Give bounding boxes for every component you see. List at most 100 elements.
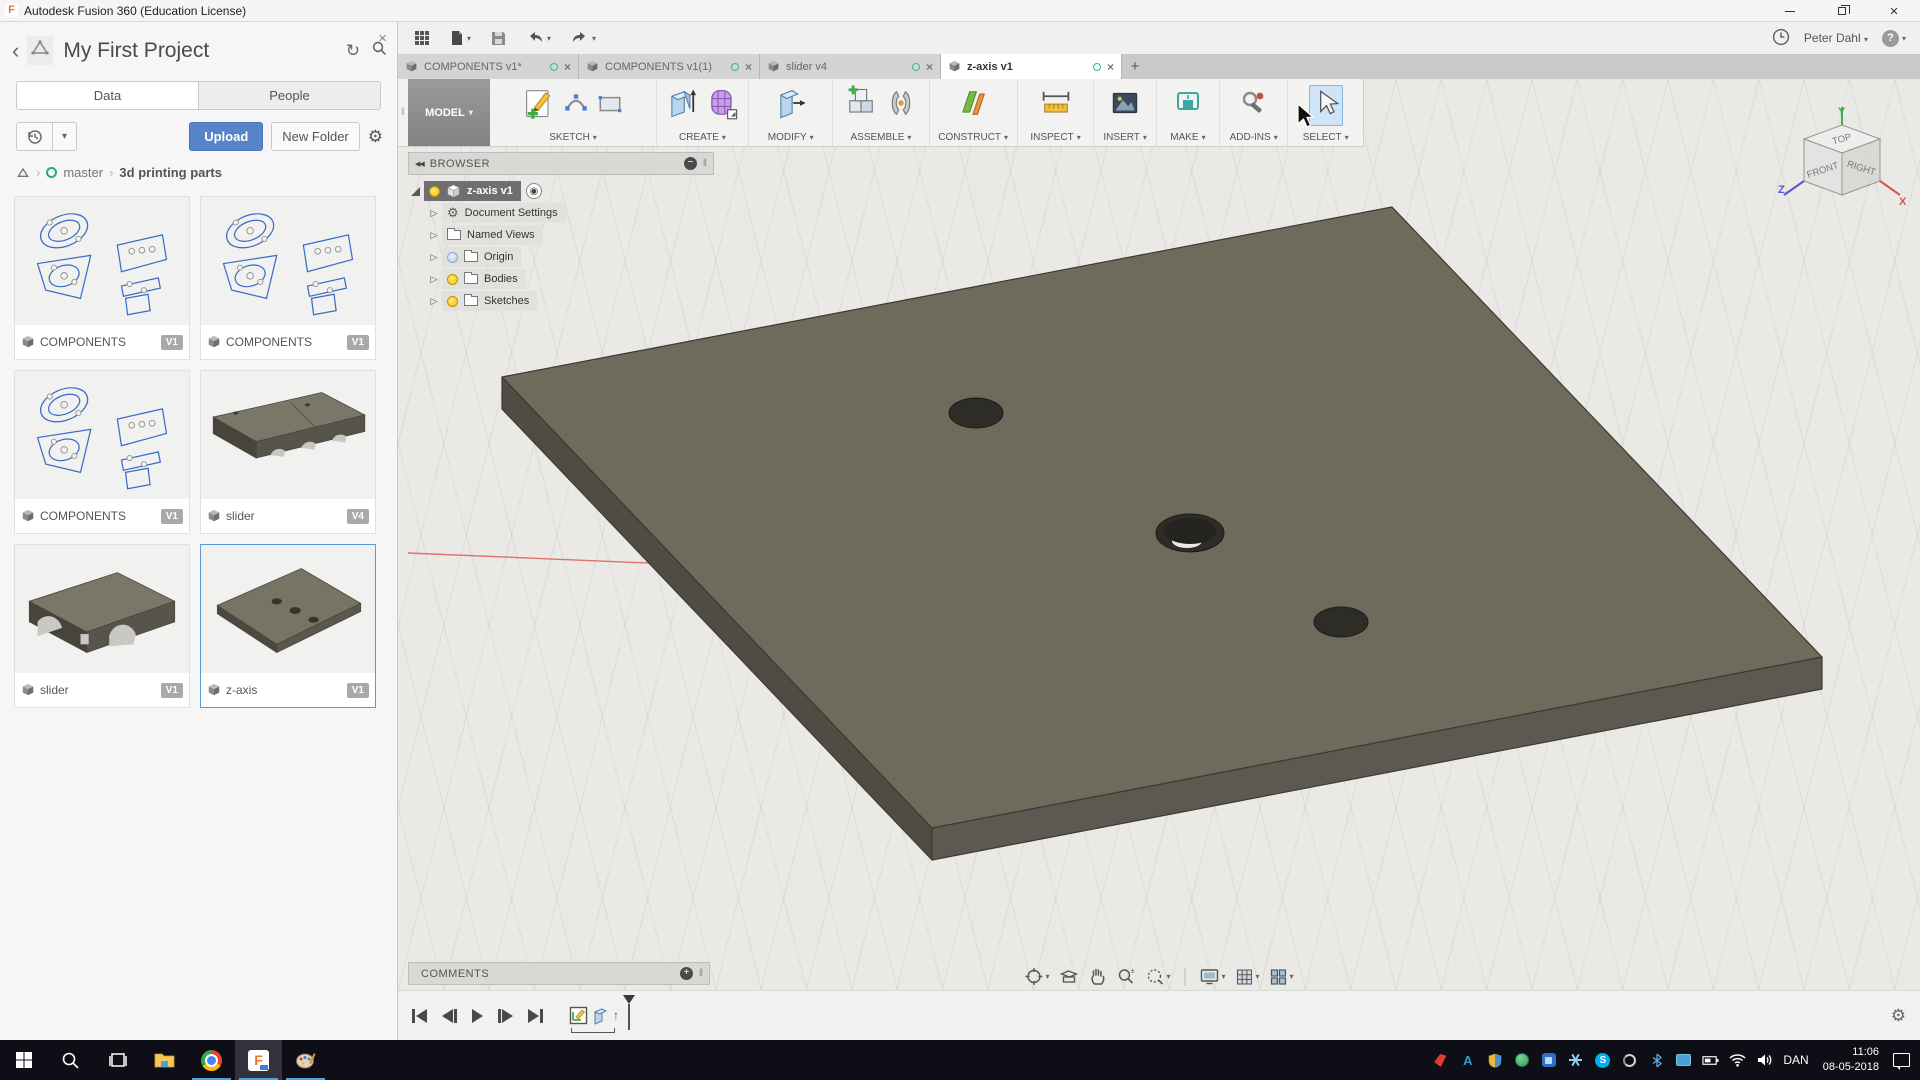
task-view-button[interactable] (94, 1040, 141, 1080)
expand-arrow-icon[interactable] (411, 187, 420, 196)
pan-button[interactable] (1088, 967, 1106, 986)
autodesk-tray-icon[interactable]: A (1459, 1052, 1476, 1069)
workspace-selector[interactable]: MODEL ▾ (408, 79, 490, 146)
data-panel-close-icon[interactable]: × (378, 30, 387, 47)
data-card-slider-v1[interactable]: slider V1 (14, 544, 190, 708)
grid-settings-button[interactable]: ▾ (1236, 968, 1260, 986)
activate-component-radio[interactable]: ◉ (526, 183, 542, 199)
root-node[interactable]: z-axis v1 (424, 181, 521, 201)
minimize-panel-icon[interactable]: − (684, 157, 697, 170)
file-explorer-button[interactable] (141, 1040, 188, 1080)
viewports-button[interactable]: ▾ (1270, 968, 1294, 986)
expand-arrow-icon[interactable]: ▷ (426, 230, 442, 241)
language-indicator[interactable]: DAN (1783, 1053, 1808, 1067)
construct-plane-icon[interactable] (956, 85, 990, 126)
expand-arrow-icon[interactable]: ▷ (426, 208, 442, 219)
ribbon-grip[interactable]: ‖ (398, 79, 408, 146)
add-ins-menu[interactable]: ADD-INS▾ (1220, 129, 1288, 146)
rectangle-tool-icon[interactable] (596, 89, 624, 122)
make-menu[interactable]: MAKE▾ (1157, 129, 1219, 146)
panel-resize-grip[interactable]: ‖ (703, 158, 707, 169)
version-badge[interactable]: V1 (347, 683, 369, 698)
timeline-position-marker[interactable] (623, 995, 635, 1030)
joint-icon[interactable] (884, 85, 918, 126)
breadcrumb-root[interactable]: master (63, 165, 103, 180)
version-badge[interactable]: V1 (347, 335, 369, 350)
start-button[interactable] (0, 1040, 47, 1080)
tree-item-bodies[interactable]: ▷ Bodies (408, 269, 714, 289)
timeline-sketch-feature[interactable] (569, 1006, 588, 1030)
insert-canvas-icon[interactable] (1109, 86, 1141, 125)
go-to-end-button[interactable] (528, 1009, 543, 1023)
doc-tab-slider-v4[interactable]: slider v4 × (760, 54, 941, 79)
breadcrumb-home-icon[interactable] (16, 167, 30, 179)
data-card-components-2[interactable]: COMPONENTS V1 (200, 196, 376, 360)
press-pull-icon[interactable] (774, 85, 808, 126)
fusion360-taskbar-button[interactable]: F (235, 1040, 282, 1080)
step-forward-button[interactable] (498, 1009, 513, 1023)
add-comment-icon[interactable]: + (680, 967, 693, 980)
step-back-button[interactable] (442, 1009, 457, 1023)
data-card-components-3[interactable]: COMPONENTS V1 (14, 370, 190, 534)
new-component-icon[interactable] (844, 85, 878, 126)
tree-item-document-settings[interactable]: ▷ ⚙ Document Settings (408, 203, 714, 223)
file-menu-button[interactable]: ▾ (450, 30, 471, 46)
expand-arrow-icon[interactable]: ▷ (426, 252, 442, 263)
bluetooth-tray-icon[interactable] (1648, 1052, 1665, 1069)
orbit-button[interactable]: ▾ (1024, 967, 1049, 986)
browser-header[interactable]: ◀◀ BROWSER − ‖ (408, 152, 714, 175)
create-form-icon[interactable] (705, 85, 739, 126)
view-cube[interactable]: Y Z X TOP FRONT RIGHT (1776, 101, 1908, 238)
look-at-button[interactable] (1059, 968, 1078, 985)
apps-grid-icon[interactable] (414, 30, 430, 46)
history-dropdown-icon[interactable]: ▾ (52, 123, 76, 150)
insert-menu[interactable]: INSERT▾ (1094, 129, 1156, 146)
new-folder-button[interactable]: New Folder (271, 122, 359, 151)
data-card-z-axis[interactable]: z-axis V1 (200, 544, 376, 708)
globe-tray-icon[interactable] (1513, 1052, 1530, 1069)
visibility-bulb-icon[interactable] (447, 274, 458, 285)
collapse-panel-icon[interactable]: ◀◀ (415, 160, 424, 168)
comments-header[interactable]: COMMENTS + ‖ (408, 962, 710, 985)
panel-resize-grip[interactable]: ‖ (699, 968, 703, 979)
close-tab-icon[interactable]: × (926, 60, 933, 74)
taskbar-search-button[interactable] (47, 1040, 94, 1080)
skype-tray-icon[interactable]: S (1594, 1052, 1611, 1069)
expand-arrow-icon[interactable]: ▷ (426, 296, 442, 307)
doc-tab-z-axis-v1[interactable]: z-axis v1 × (941, 54, 1122, 79)
paint-button[interactable] (282, 1040, 329, 1080)
snowflake-tray-icon[interactable] (1567, 1052, 1584, 1069)
modify-menu[interactable]: MODIFY▾ (749, 129, 832, 146)
version-badge[interactable]: V1 (161, 335, 183, 350)
display-settings-button[interactable]: ▾ (1199, 968, 1225, 985)
taskbar-clock[interactable]: 11:06 08-05-2018 (1823, 1045, 1879, 1075)
panel-settings-gear-icon[interactable]: ⚙ (368, 127, 383, 147)
close-tab-icon[interactable]: × (745, 60, 752, 74)
version-badge[interactable]: V1 (161, 683, 183, 698)
new-document-tab-button[interactable]: + (1122, 54, 1148, 79)
extrude-icon[interactable] (665, 85, 699, 126)
history-icon[interactable] (17, 123, 52, 150)
expand-arrow-icon[interactable]: ▷ (426, 274, 442, 285)
action-center-icon[interactable] (1893, 1053, 1910, 1067)
sync-swirl-tray-icon[interactable] (1621, 1052, 1638, 1069)
play-button[interactable] (472, 1009, 483, 1023)
save-button[interactable] (491, 31, 506, 46)
display-tray-icon[interactable] (1675, 1052, 1692, 1069)
doc-tab-components-v1[interactable]: COMPONENTS v1* × (398, 54, 579, 79)
tree-root-z-axis[interactable]: z-axis v1 ◉ (408, 181, 714, 201)
refresh-icon[interactable]: ↻ (346, 41, 360, 61)
tree-item-sketches[interactable]: ▷ Sketches (408, 291, 714, 311)
battery-icon[interactable] (1702, 1052, 1719, 1069)
back-icon[interactable]: ‹ (12, 42, 19, 60)
create-sketch-icon[interactable] (522, 85, 556, 126)
measure-icon[interactable] (1039, 85, 1073, 126)
restore-button[interactable] (1816, 0, 1868, 22)
arc-tool-icon[interactable] (562, 89, 590, 122)
minimize-button[interactable] (1764, 0, 1816, 22)
assemble-menu[interactable]: ASSEMBLE▾ (833, 129, 928, 146)
version-badge[interactable]: V1 (161, 509, 183, 524)
tree-item-named-views[interactable]: ▷ Named Views (408, 225, 714, 245)
inspect-menu[interactable]: INSPECT▾ (1018, 129, 1094, 146)
add-ins-icon[interactable] (1239, 87, 1269, 124)
